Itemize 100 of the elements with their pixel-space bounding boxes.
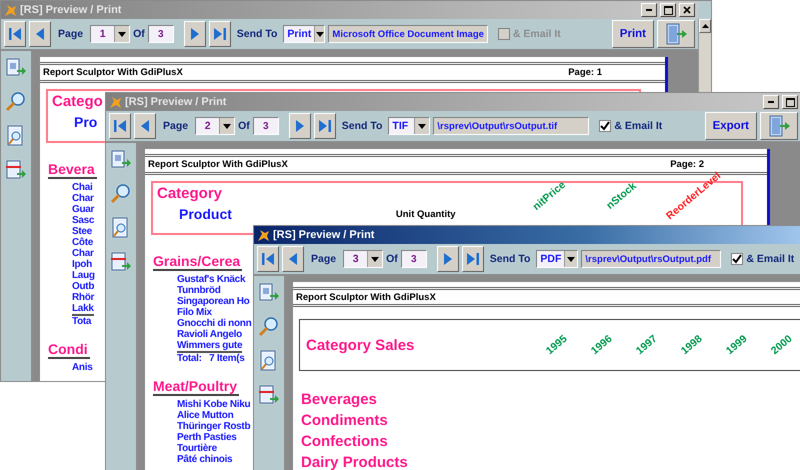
zoom-button[interactable] (5, 91, 27, 113)
next-page-button[interactable] (436, 246, 459, 272)
page-dropdown[interactable]: 3 (343, 250, 384, 268)
of-label: Of (133, 28, 145, 40)
last-page-button[interactable] (462, 246, 484, 272)
page-setup-button[interactable] (110, 251, 132, 273)
page-setup-button[interactable] (5, 159, 27, 181)
zoom-button[interactable] (110, 183, 132, 205)
scroll-up-button[interactable] (699, 19, 711, 33)
product-name: Tunnbröd (177, 285, 221, 296)
email-checkbox[interactable] (731, 253, 744, 265)
maximize-icon (786, 98, 794, 106)
action-button[interactable]: Export (704, 112, 757, 140)
category-heading: Dairy Products (301, 454, 409, 470)
product-name: Tourtière (177, 443, 217, 454)
first-page-button[interactable] (257, 246, 279, 272)
product-name: Gnocchi di nonn (177, 318, 252, 329)
column-heading: Unit Quantity (396, 208, 456, 220)
report-title: Report Sculptor With GdiPlusX (296, 292, 436, 303)
of-label: Of (238, 120, 250, 132)
maximize-button[interactable] (660, 3, 676, 17)
category-heading: Condiments (301, 412, 389, 429)
page-total-field: 3 (148, 25, 174, 43)
group-total: Total: 7 Item(s (177, 353, 245, 364)
last-page-icon (212, 26, 227, 42)
action-button[interactable]: Print (612, 20, 654, 48)
product-name: Perth Pasties (177, 432, 236, 443)
page-label: Page (311, 253, 336, 265)
caret-icon (118, 32, 126, 36)
email-label: & Email It (512, 28, 561, 40)
product-name: Gustaf's Knäck (177, 274, 246, 285)
product-name: Alice Mutton (177, 410, 234, 421)
box-title: Catego (52, 93, 103, 110)
zoom-button[interactable] (258, 316, 280, 338)
app-logo-icon (109, 96, 122, 108)
magnifier-icon (5, 91, 27, 113)
page-dropdown[interactable]: 1 (90, 25, 130, 43)
previous-page-button[interactable] (282, 246, 304, 272)
product-name: Lakk (72, 303, 94, 316)
page-dropdown[interactable]: 2 (195, 117, 236, 135)
product-name: Filo Mix (177, 307, 212, 318)
output-field[interactable]: \rsprev\Output\rsOutput.tif (433, 117, 590, 135)
page-total-field: 3 (400, 250, 427, 268)
product-name: Ipoh (72, 259, 92, 270)
product-name: Stee (72, 226, 92, 237)
send-to-dropdown[interactable]: TIF (388, 117, 430, 135)
caret-icon (371, 256, 380, 262)
category-heading: Confections (301, 433, 389, 450)
first-page-button[interactable] (4, 21, 26, 47)
previous-page-button[interactable] (29, 21, 51, 47)
first-page-icon (8, 26, 22, 42)
product-name: Anis (72, 362, 92, 373)
email-checkbox[interactable] (599, 120, 612, 132)
email-label: & Email It (746, 253, 794, 265)
minimize-button[interactable] (641, 3, 657, 17)
product-name: Côte (72, 237, 94, 248)
category-heading: Meat/Poultry (153, 378, 240, 396)
product-name: Rhör (72, 292, 94, 303)
exit-button[interactable] (657, 20, 695, 48)
send-to-dropdown[interactable]: PDF (536, 250, 578, 268)
maximize-button[interactable] (782, 95, 798, 109)
minimize-button[interactable] (763, 95, 779, 109)
output-field[interactable]: \rsprev\Output\rsOutput.pdf (581, 250, 722, 268)
next-page-button[interactable] (288, 113, 311, 139)
output-field[interactable]: Microsoft Office Document Image (328, 25, 488, 43)
last-page-button[interactable] (314, 113, 336, 139)
maximize-icon (664, 6, 672, 14)
product-name: Singaporean Ho (177, 296, 250, 307)
page-arrow-icon (5, 159, 27, 181)
box-subtitle: Product (179, 206, 232, 222)
first-page-icon (113, 118, 127, 134)
last-page-button[interactable] (208, 21, 231, 47)
app-logo-icon (4, 4, 17, 16)
scrollbar[interactable] (698, 19, 711, 93)
window-title: [RS] Preview / Print (125, 96, 228, 108)
product-name: Chai (72, 182, 92, 193)
product-name: Char (72, 193, 94, 204)
box-title: Category Sales (306, 336, 416, 354)
page-setup-button[interactable] (258, 384, 280, 406)
next-page-button[interactable] (184, 21, 206, 47)
product-name: Laug (72, 270, 95, 281)
minimize-icon (768, 101, 774, 103)
previous-page-button[interactable] (134, 113, 156, 139)
window-title: [RS] Preview / Print (20, 4, 122, 16)
close-button[interactable] (679, 3, 695, 17)
category-heading: Bevera (48, 161, 97, 179)
caret-icon (567, 256, 576, 262)
product-name: Thüringer Rostb (177, 421, 250, 432)
magnifier-icon (110, 183, 132, 205)
send-to-dropdown[interactable]: Print (283, 25, 326, 43)
last-page-icon (466, 251, 480, 267)
page-arrow-icon (258, 384, 280, 406)
product-name: Sasc (72, 215, 94, 226)
exit-button[interactable] (760, 112, 798, 140)
send-to-label: Send To (490, 253, 530, 265)
product-name: Outb (72, 281, 94, 292)
first-page-button[interactable] (109, 113, 131, 139)
first-page-icon (261, 251, 275, 267)
email-label: & Email It (614, 120, 662, 132)
page-label: Page (58, 28, 84, 40)
